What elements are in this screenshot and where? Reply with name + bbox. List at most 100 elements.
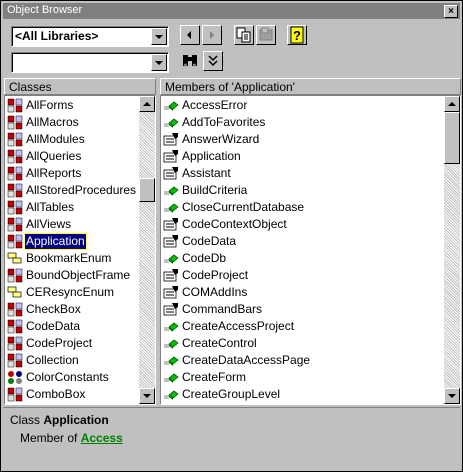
search-dropdown-button[interactable] xyxy=(151,54,167,71)
library-combo-value: <All Libraries> xyxy=(15,29,99,43)
classes-scroll-down-button[interactable] xyxy=(139,388,155,404)
members-item[interactable]: BuildCriteria xyxy=(161,182,460,199)
classes-item-label: AllStoredProcedures xyxy=(26,183,137,197)
help-button[interactable]: ? xyxy=(287,25,307,45)
library-combo[interactable]: <All Libraries> xyxy=(11,26,169,47)
show-hide-results-button[interactable] xyxy=(203,51,223,71)
classes-item[interactable]: ComboBox xyxy=(5,386,155,403)
classes-list[interactable]: ComboBox ColorConstants Collection CodeProj… xyxy=(4,95,156,405)
search-combo[interactable] xyxy=(11,52,169,73)
copy-button[interactable] xyxy=(234,25,254,45)
property-icon xyxy=(163,149,179,164)
search-button[interactable] xyxy=(180,51,200,71)
classes-item[interactable]: ColorConstants xyxy=(5,369,155,386)
close-icon[interactable]: × xyxy=(448,6,454,17)
view-definition-button[interactable] xyxy=(256,25,276,45)
members-item-label: COMAddIns xyxy=(182,285,248,299)
members-item[interactable]: CreateDataAccessPage xyxy=(161,352,460,369)
details-member-of-prefix: Member of xyxy=(20,431,78,445)
classes-scroll-up-button[interactable] xyxy=(139,96,155,112)
members-list[interactable]: CreateGroupLevel CreateForm CreateDataAcce… xyxy=(160,95,461,405)
chevron-down-icon xyxy=(155,35,163,39)
members-item[interactable]: AccessError xyxy=(161,97,460,114)
members-item[interactable]: CommandBars xyxy=(161,301,460,318)
go-forward-icon xyxy=(210,31,214,39)
details-member-of: Member of Access xyxy=(20,431,123,445)
classes-item[interactable]: AllForms xyxy=(5,97,155,114)
property-icon xyxy=(163,166,179,181)
method-icon xyxy=(163,353,179,368)
members-scrollbar[interactable] xyxy=(444,96,460,404)
members-item[interactable]: Assistant xyxy=(161,165,460,182)
classes-item[interactable]: AllQueries xyxy=(5,148,155,165)
members-item[interactable]: CreateGroupLevel xyxy=(161,386,460,403)
method-icon xyxy=(163,387,179,402)
members-item-label: CodeContextObject xyxy=(182,217,287,231)
title-bar[interactable]: Object Browser × xyxy=(3,3,460,19)
classes-item[interactable]: AllModules xyxy=(5,131,155,148)
class-icon xyxy=(7,115,23,130)
members-item[interactable]: CloseCurrentDatabase xyxy=(161,199,460,216)
classes-header-label: Classes xyxy=(9,80,52,94)
class-icon xyxy=(7,217,23,232)
members-item[interactable]: CreateControl xyxy=(161,335,460,352)
property-icon xyxy=(163,234,179,249)
classes-item[interactable]: CodeData xyxy=(5,318,155,335)
members-item-label: CommandBars xyxy=(182,302,263,316)
members-item[interactable]: CodeProject xyxy=(161,267,460,284)
classes-item-label: AllQueries xyxy=(26,149,82,163)
classes-item[interactable]: Collection xyxy=(5,352,155,369)
classes-item[interactable]: Application xyxy=(5,233,155,250)
go-forward-button[interactable] xyxy=(202,25,222,45)
method-icon xyxy=(163,200,179,215)
property-icon xyxy=(163,302,179,317)
members-item-label: CodeDb xyxy=(182,251,227,265)
members-scroll-up-button[interactable] xyxy=(444,96,460,112)
classes-item-label: ColorConstants xyxy=(26,370,109,384)
classes-scrollbar[interactable] xyxy=(139,96,155,404)
classes-item[interactable]: AllTables xyxy=(5,199,155,216)
window-title: Object Browser xyxy=(7,4,83,16)
view-definition-icon xyxy=(259,27,273,41)
close-button[interactable]: × xyxy=(444,5,458,18)
classes-item[interactable]: BoundObjectFrame xyxy=(5,267,155,284)
method-icon xyxy=(163,98,179,113)
members-item[interactable]: AddToFavorites xyxy=(161,114,460,131)
method-icon xyxy=(163,115,179,130)
classes-item[interactable]: BookmarkEnum xyxy=(5,250,155,267)
classes-item[interactable]: AllReports xyxy=(5,165,155,182)
classes-item[interactable]: AllMacros xyxy=(5,114,155,131)
show-hide-results-icon xyxy=(208,55,218,67)
classes-item[interactable]: CodeProject xyxy=(5,335,155,352)
members-item[interactable]: AnswerWizard xyxy=(161,131,460,148)
classes-item[interactable]: CheckBox xyxy=(5,301,155,318)
members-scroll-down-button[interactable] xyxy=(444,388,460,404)
members-scroll-thumb[interactable] xyxy=(444,112,460,164)
classes-item[interactable]: AllViews xyxy=(5,216,155,233)
property-icon xyxy=(163,217,179,232)
classes-item-label: Collection xyxy=(26,353,79,367)
members-item[interactable]: CodeContextObject xyxy=(161,216,460,233)
property-icon xyxy=(163,132,179,147)
enum-icon xyxy=(7,251,23,266)
members-item[interactable]: CreateAccessProject xyxy=(161,318,460,335)
object-browser-window: Object Browser × <All Libraries> ? Class… xyxy=(0,0,463,472)
search-binoculars-icon xyxy=(183,55,197,67)
members-item[interactable]: CodeDb xyxy=(161,250,460,267)
property-icon xyxy=(163,285,179,300)
members-item[interactable]: Application xyxy=(161,148,460,165)
classes-item[interactable]: CEResyncEnum xyxy=(5,284,155,301)
classes-item[interactable]: AllStoredProcedures xyxy=(5,182,155,199)
details-library-link[interactable]: Access xyxy=(81,431,123,445)
class-icon xyxy=(7,98,23,113)
details-name: Application xyxy=(43,413,109,427)
members-item[interactable]: CreateForm xyxy=(161,369,460,386)
members-item[interactable]: COMAddIns xyxy=(161,284,460,301)
members-item[interactable]: CodeData xyxy=(161,233,460,250)
go-back-button[interactable] xyxy=(180,25,200,45)
library-dropdown-button[interactable] xyxy=(151,28,167,45)
chevron-down-icon xyxy=(155,61,163,65)
classes-item-label: AllTables xyxy=(26,200,75,214)
classes-scroll-thumb[interactable] xyxy=(139,178,155,202)
class-icon xyxy=(7,268,23,283)
